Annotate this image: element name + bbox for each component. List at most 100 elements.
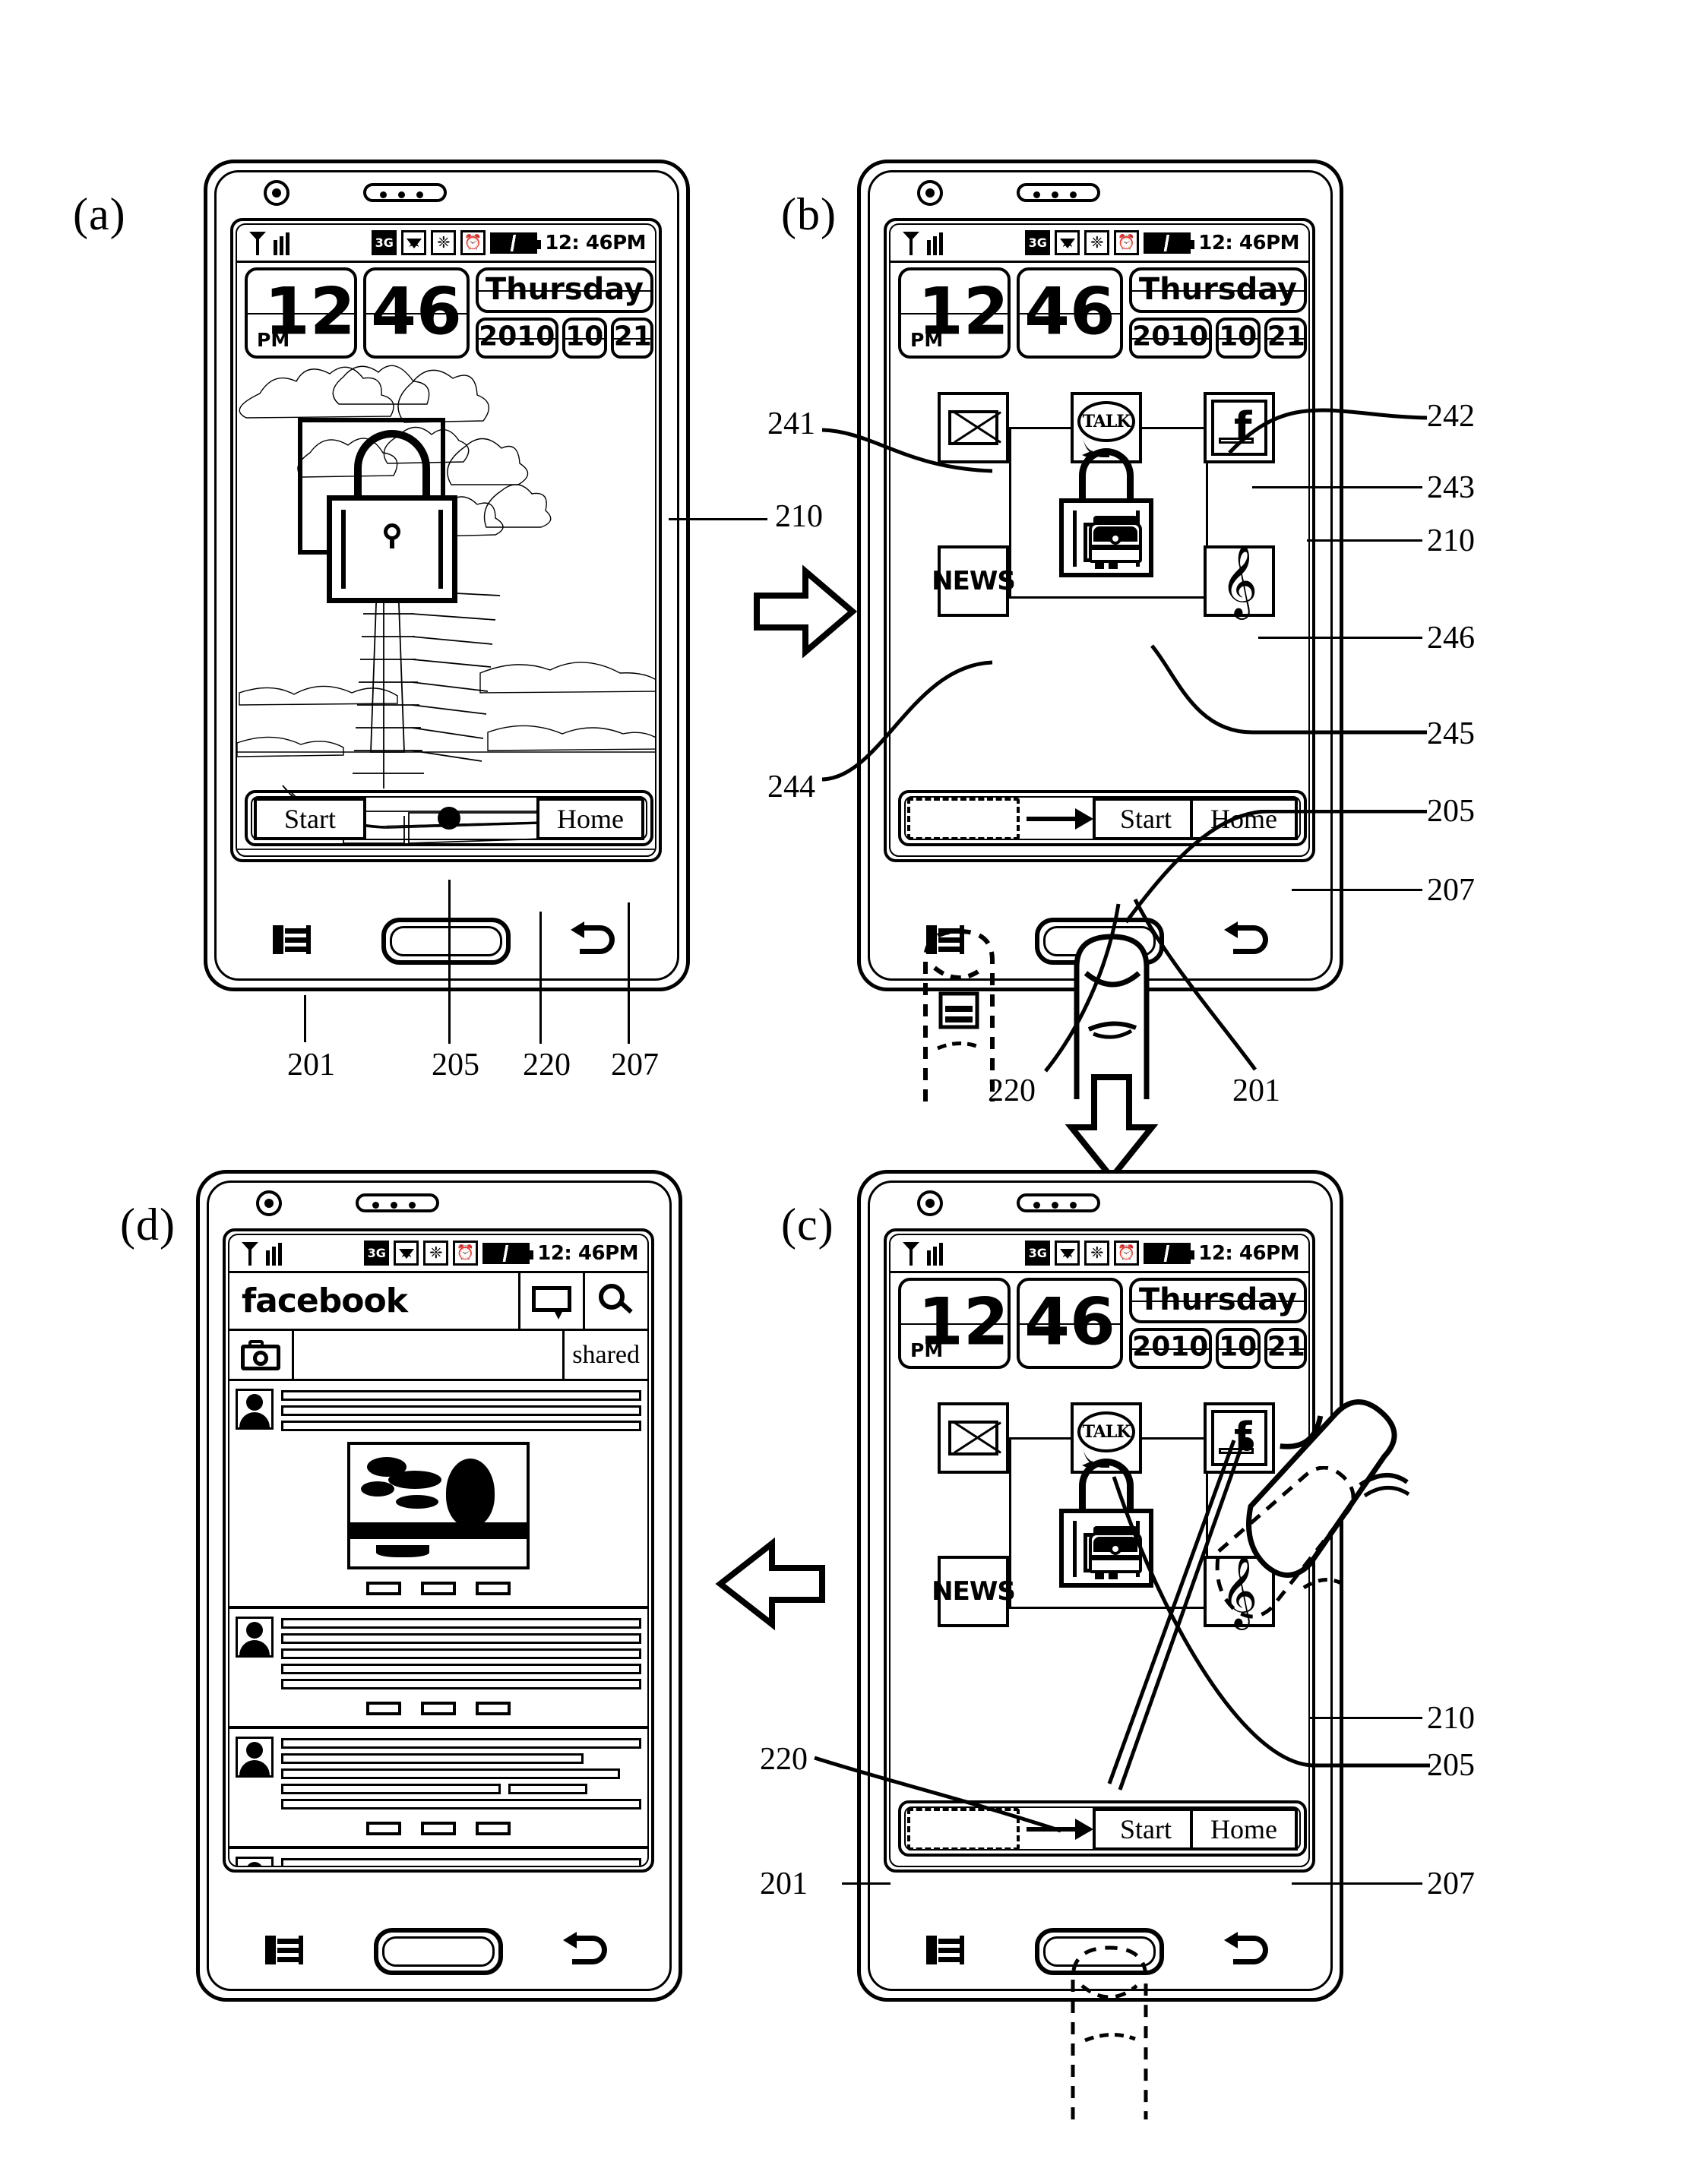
news-icon: NEWS	[932, 566, 1016, 596]
bluetooth-icon: ❈	[423, 1241, 449, 1266]
facebook-app-header: facebook	[229, 1273, 647, 1331]
earpiece-speaker	[1017, 183, 1100, 202]
network-label: 3G	[375, 235, 394, 250]
clock-year-tile: 2010	[476, 318, 558, 359]
phone-device-d: 3G ❈ ⏰ 12: 46PM facebook shared	[196, 1170, 682, 2002]
ghost-finger-start-c	[1071, 1945, 1148, 2119]
list-item[interactable]	[229, 1381, 647, 1609]
ref-220-b: 220	[988, 1073, 1036, 1108]
padlock-keyhole-icon	[384, 523, 400, 548]
clock-weekday-value: Thursday	[1138, 272, 1298, 308]
start-button[interactable]: Start	[254, 798, 366, 840]
leader-205-c	[1112, 1476, 1430, 1768]
hardware-key-row-a	[230, 907, 662, 974]
bluetooth-icon: ❈	[1084, 230, 1110, 255]
back-key-icon[interactable]	[1224, 1932, 1268, 1966]
back-key-icon[interactable]	[571, 921, 615, 956]
list-item[interactable]	[229, 1849, 647, 1866]
battery-icon	[490, 232, 542, 254]
drag-target-icon[interactable]	[907, 798, 1020, 840]
alarm-icon: ⏰	[453, 1241, 479, 1266]
panel-label-c: (c)	[781, 1199, 834, 1250]
share-button[interactable]	[476, 1822, 511, 1835]
comment-button[interactable]	[421, 1702, 456, 1715]
search-icon	[599, 1283, 634, 1319]
earpiece-speaker	[1017, 1193, 1100, 1212]
home-key-icon[interactable]	[381, 918, 511, 965]
clock-minute-tile: 46	[1017, 267, 1123, 359]
list-item[interactable]	[229, 1609, 647, 1729]
share-button[interactable]	[476, 1582, 511, 1595]
start-button[interactable]: Start	[1093, 1808, 1199, 1851]
back-key-icon[interactable]	[563, 1932, 607, 1966]
flip-clock-widget-a: 12 PM 46 Thursday 2010 10 21	[245, 267, 654, 359]
comment-button[interactable]	[421, 1582, 456, 1595]
lock-app-music[interactable]: 𝄞	[1204, 545, 1275, 617]
clock-year-value: 2010	[1132, 321, 1209, 352]
clock-day-value: 21	[613, 321, 652, 352]
post-actions	[229, 1702, 647, 1715]
search-button[interactable]	[583, 1273, 647, 1329]
post-actions	[229, 1822, 647, 1835]
network-3g-icon: 3G	[364, 1241, 390, 1266]
menu-key-icon[interactable]	[273, 925, 311, 954]
share-button[interactable]	[476, 1702, 511, 1715]
drag-handle-dot[interactable]	[438, 807, 460, 830]
front-camera-icon	[264, 180, 289, 206]
ref-201-c: 201	[760, 1866, 808, 1901]
clock-month-value: 10	[1219, 1331, 1258, 1363]
status-time: 12: 46PM	[537, 1241, 638, 1265]
clock-hour-tile: 12 PM	[898, 267, 1011, 359]
clock-weekday-value: Thursday	[1138, 1282, 1298, 1318]
leader-241	[821, 428, 993, 473]
ref-207-c: 207	[1427, 1866, 1475, 1901]
clock-day-tile: 21	[1264, 1328, 1308, 1369]
network-3g-icon: 3G	[1025, 230, 1051, 255]
like-button[interactable]	[366, 1702, 401, 1715]
ref-210-b: 210	[1427, 523, 1475, 558]
chat-button[interactable]	[518, 1273, 583, 1329]
alarm-icon: ⏰	[1114, 1241, 1140, 1266]
status-time: 12: 46PM	[545, 231, 646, 254]
avatar	[236, 1857, 274, 1866]
post-actions	[229, 1582, 647, 1595]
ref-220-a: 220	[523, 1048, 571, 1083]
clock-year-tile: 2010	[1129, 318, 1212, 359]
menu-key-icon[interactable]	[926, 1936, 964, 1964]
compose-input[interactable]	[294, 1331, 562, 1379]
ref-245: 245	[1427, 716, 1475, 751]
camera-button[interactable]	[229, 1331, 294, 1379]
avatar	[236, 1617, 274, 1658]
home-button[interactable]: Home	[1190, 1808, 1298, 1851]
comment-button[interactable]	[421, 1822, 456, 1835]
lock-app-news[interactable]: NEWS	[932, 545, 1016, 617]
like-button[interactable]	[366, 1582, 401, 1595]
signal-bars-icon	[249, 230, 292, 256]
ref-201-a: 201	[287, 1048, 335, 1083]
home-key-icon[interactable]	[374, 1928, 503, 1975]
alarm-icon: ⏰	[460, 230, 486, 255]
leader-220-b	[1044, 903, 1121, 1073]
clock-year-value: 2010	[479, 321, 555, 352]
post-image[interactable]	[347, 1442, 530, 1569]
bluetooth-icon: ❈	[1084, 1241, 1110, 1266]
hardware-key-row-d	[223, 1917, 654, 1984]
facebook-news-feed[interactable]	[229, 1381, 647, 1866]
menu-key-icon[interactable]	[265, 1936, 303, 1964]
list-item[interactable]	[229, 1729, 647, 1849]
clock-weekday-tile: Thursday	[1129, 1278, 1307, 1323]
screen-d: 3G ❈ ⏰ 12: 46PM facebook shared	[223, 1228, 654, 1873]
network-3g-icon: 3G	[1025, 1241, 1051, 1266]
padlock-body	[327, 495, 457, 603]
shared-label: shared	[562, 1331, 647, 1379]
signal-bars-icon	[242, 1241, 284, 1266]
network-label: 3G	[367, 1245, 386, 1260]
home-button[interactable]: Home	[536, 798, 644, 840]
status-time: 12: 46PM	[1198, 1241, 1299, 1265]
front-camera-icon	[917, 180, 943, 206]
wifi-icon	[1055, 1241, 1080, 1266]
post-text-lines	[281, 1857, 641, 1866]
post-text-lines	[281, 1389, 641, 1431]
padlock-icon[interactable]	[327, 430, 457, 603]
like-button[interactable]	[366, 1822, 401, 1835]
